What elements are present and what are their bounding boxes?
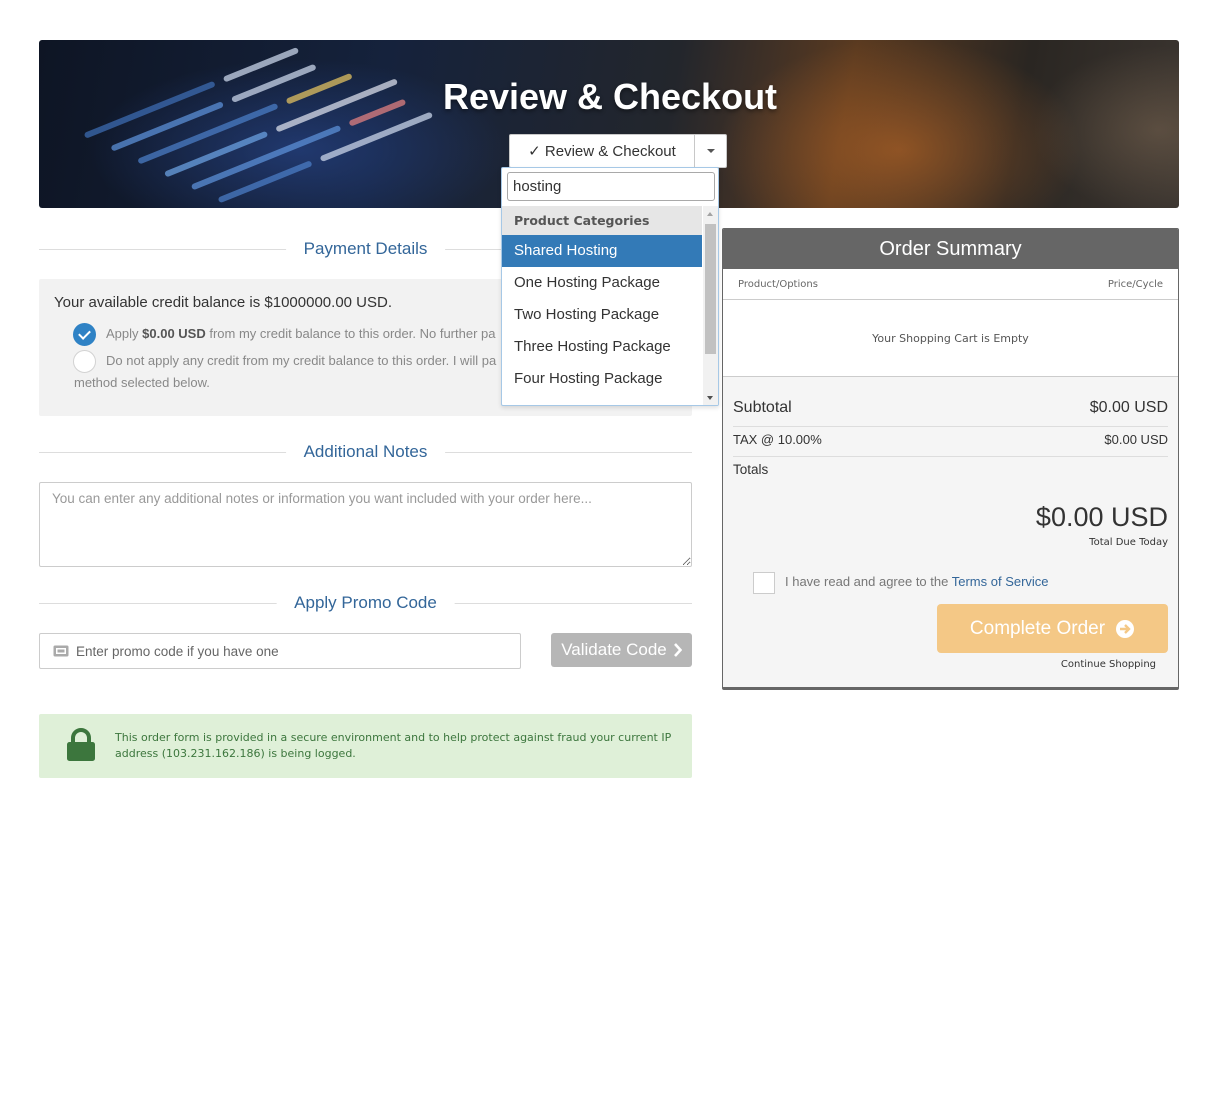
terms-label: I have read and agree to the Terms of Se…	[785, 574, 1049, 589]
tax-value: $0.00 USD	[1104, 432, 1168, 447]
cart-empty-message: Your Shopping Cart is Empty	[723, 300, 1178, 377]
terms-checkbox[interactable]	[753, 572, 775, 594]
validate-code-label: Validate Code	[561, 640, 667, 659]
column-product-options: Product/Options	[738, 279, 818, 290]
apply-credit-radio[interactable]	[73, 323, 96, 346]
complete-order-button[interactable]: Complete Order	[937, 604, 1168, 653]
security-message: This order form is provided in a secure …	[115, 731, 672, 760]
total-due-caption: Total Due Today	[1089, 537, 1168, 548]
terms-of-service-link[interactable]: Terms of Service	[952, 574, 1049, 589]
totals-label: Totals	[733, 462, 769, 477]
checkout-step-label: ✓ Review & Checkout	[528, 143, 676, 160]
additional-notes-heading-text: Additional Notes	[285, 440, 446, 464]
no-credit-radio[interactable]	[73, 350, 96, 373]
apply-credit-label: Apply $0.00 USD from my credit balance t…	[106, 326, 496, 341]
category-dropdown[interactable]: Product Categories Shared Hosting One Ho…	[501, 167, 719, 406]
arrow-circle-right-icon	[1116, 619, 1135, 638]
scroll-down-icon[interactable]	[707, 396, 713, 400]
security-notice: This order form is provided in a secure …	[39, 714, 692, 778]
promo-code-heading: Apply Promo Code	[39, 591, 692, 615]
tax-row: TAX @ 10.00% $0.00 USD	[733, 432, 1168, 457]
subtotal-label: Subtotal	[733, 399, 792, 416]
no-credit-label: Do not apply any credit from my credit b…	[106, 353, 497, 368]
complete-order-label: Complete Order	[969, 617, 1106, 639]
credit-balance-text: Your available credit balance is $100000…	[54, 294, 393, 311]
apply-credit-amount: $0.00 USD	[142, 326, 206, 341]
dropdown-option-three-hosting[interactable]: Three Hosting Package	[502, 331, 702, 363]
dropdown-option-partial[interactable]	[502, 395, 702, 405]
summary-column-headers: Product/Options Price/Cycle	[723, 269, 1178, 300]
dropdown-option-shared-hosting[interactable]: Shared Hosting	[502, 235, 702, 267]
dropdown-group-label: Product Categories	[502, 206, 702, 235]
scroll-up-icon[interactable]	[707, 212, 713, 216]
no-credit-label-continued: method selected below.	[74, 375, 210, 390]
additional-notes-textarea[interactable]	[39, 482, 692, 567]
column-price-cycle: Price/Cycle	[1107, 279, 1163, 290]
dropdown-option-two-hosting[interactable]: Two Hosting Package	[502, 299, 702, 331]
dropdown-option-one-hosting[interactable]: One Hosting Package	[502, 267, 702, 299]
promo-code-heading-text: Apply Promo Code	[276, 591, 455, 615]
total-due-value: $0.00 USD	[1035, 502, 1168, 532]
page-title: Review & Checkout	[442, 76, 778, 117]
checkout-step-dropdown-button[interactable]: ✓ Review & Checkout	[509, 134, 727, 168]
promo-code-field[interactable]	[39, 633, 521, 669]
subtotal-row: Subtotal $0.00 USD	[733, 399, 1168, 427]
ticket-icon	[53, 645, 69, 657]
lock-icon	[67, 728, 95, 761]
dropdown-scrollbar[interactable]	[703, 206, 718, 405]
dropdown-search-input[interactable]	[507, 172, 715, 201]
caret-down-icon[interactable]	[694, 135, 726, 167]
payment-details-heading-text: Payment Details	[285, 237, 446, 261]
validate-code-button[interactable]: Validate Code	[551, 633, 692, 667]
promo-code-input[interactable]	[76, 634, 516, 668]
chevron-right-icon	[673, 643, 682, 657]
continue-shopping-link[interactable]: Continue Shopping	[1061, 659, 1156, 670]
additional-notes-heading: Additional Notes	[39, 440, 692, 464]
dropdown-options-list[interactable]: Product Categories Shared Hosting One Ho…	[502, 206, 702, 405]
scrollbar-thumb[interactable]	[705, 224, 716, 354]
dropdown-option-four-hosting[interactable]: Four Hosting Package	[502, 363, 702, 395]
order-summary-title: Order Summary	[723, 229, 1178, 269]
order-summary-panel: Order Summary Product/Options Price/Cycl…	[722, 228, 1179, 690]
tax-label: TAX @ 10.00%	[733, 432, 822, 447]
subtotal-value: $0.00 USD	[1089, 399, 1168, 416]
